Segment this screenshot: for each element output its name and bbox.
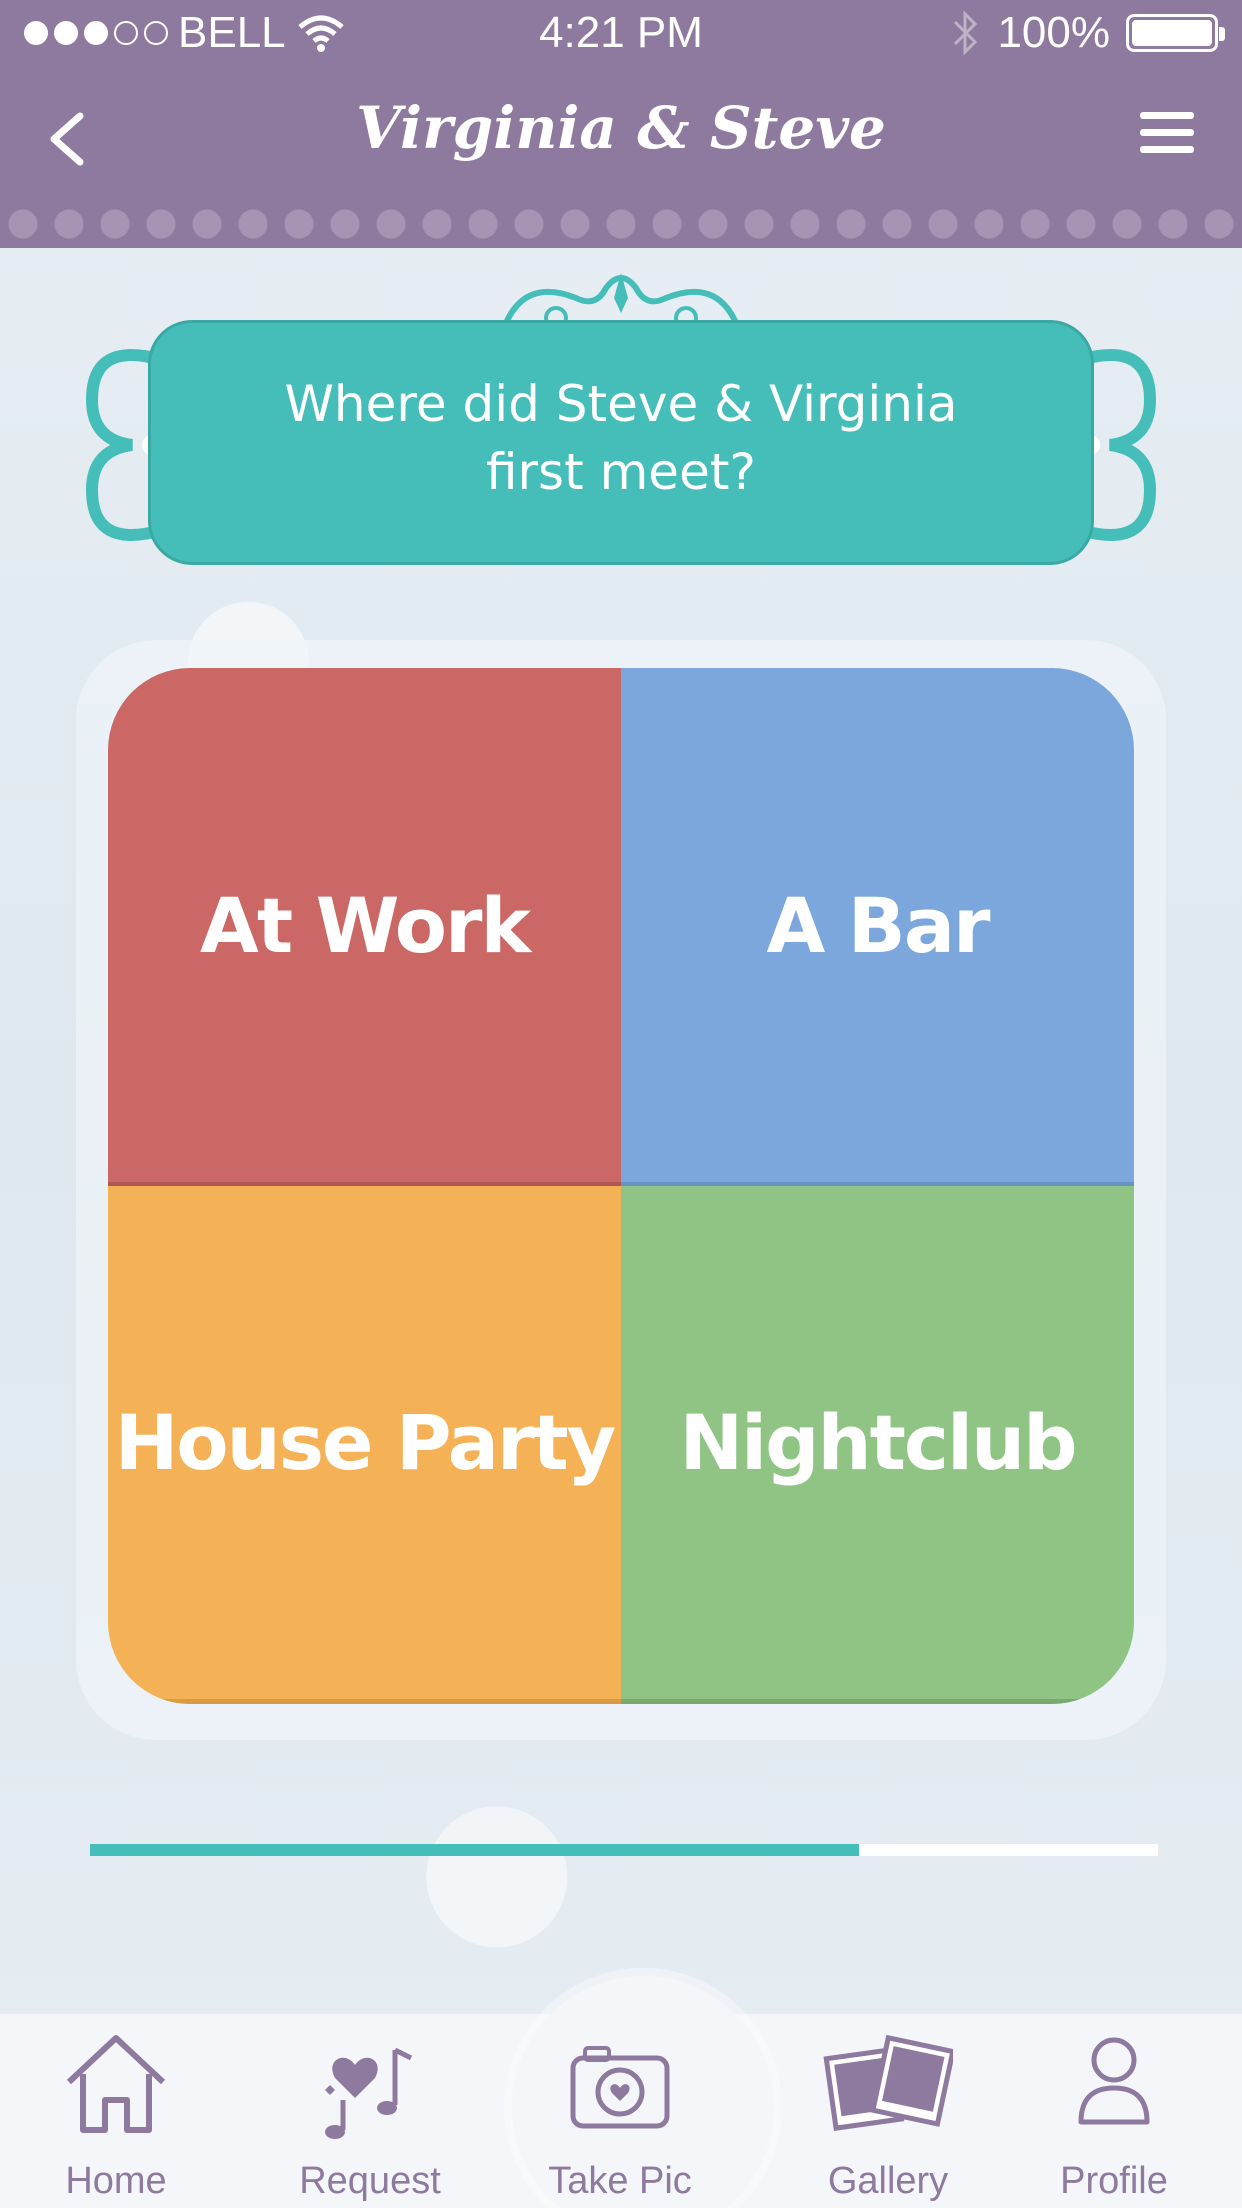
- tab-profile-label: Profile: [1060, 2160, 1168, 2202]
- battery-icon: [1126, 14, 1225, 52]
- tab-take-pic[interactable]: Take Pic: [510, 2030, 730, 2208]
- tab-take-pic-label: Take Pic: [548, 2160, 692, 2202]
- tab-profile[interactable]: Profile: [1004, 2030, 1224, 2208]
- header-scallop-border: [0, 204, 1242, 244]
- camera-heart-icon: [570, 2046, 670, 2129]
- quiz-progress-bar: [90, 1844, 1158, 1856]
- tab-gallery-label: Gallery: [827, 2160, 949, 2202]
- tab-request-label: Request: [299, 2160, 441, 2202]
- answer-at-work-button[interactable]: At Work: [108, 668, 621, 1186]
- tab-gallery[interactable]: Gallery: [778, 2030, 998, 2208]
- answer-nightclub-button[interactable]: Nightclub: [621, 1186, 1134, 1704]
- music-hearts-icon: [325, 2047, 413, 2139]
- tab-home[interactable]: Home: [6, 2030, 226, 2208]
- person-icon: [1078, 2037, 1150, 2125]
- answer-a-bar-button[interactable]: A Bar: [621, 668, 1134, 1186]
- quiz-progress-fill: [90, 1844, 859, 1856]
- menu-button[interactable]: [1140, 112, 1194, 158]
- photos-icon: [823, 2034, 953, 2131]
- tab-home-label: Home: [65, 2160, 167, 2202]
- question-line-2: first meet?: [486, 443, 756, 501]
- battery-percent: 100%: [997, 8, 1110, 57]
- tab-request[interactable]: Request: [260, 2030, 480, 2208]
- home-icon: [66, 2035, 166, 2133]
- answer-grid: At Work A Bar House Party Nightclub: [108, 668, 1134, 1704]
- header: BELL 4:21 PM 100% Virginia & Steve: [0, 0, 1242, 248]
- page-title: Virginia & Steve: [356, 94, 886, 162]
- bluetooth-icon: [954, 10, 978, 56]
- status-bar: BELL 4:21 PM 100%: [0, 0, 1242, 70]
- question-line-1: Where did Steve & Virginia: [284, 375, 958, 433]
- question-text: Where did Steve & Virginia first meet?: [148, 370, 1094, 506]
- answer-house-party-button[interactable]: House Party: [108, 1186, 621, 1704]
